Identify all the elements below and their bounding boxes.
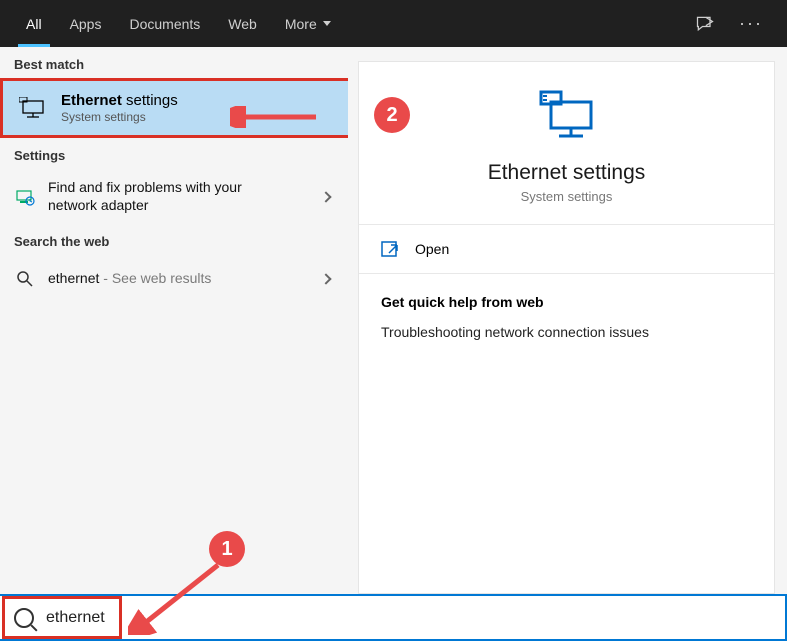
troubleshoot-icon xyxy=(14,186,36,208)
feedback-icon[interactable] xyxy=(695,15,715,33)
search-web-heading: Search the web xyxy=(0,224,348,255)
settings-heading: Settings xyxy=(0,138,348,169)
chevron-down-icon xyxy=(323,21,331,26)
monitor-settings-icon xyxy=(17,96,51,120)
annotation-arrow-1 xyxy=(128,555,228,635)
tab-web[interactable]: Web xyxy=(214,0,271,47)
quick-help-heading: Get quick help from web xyxy=(381,294,752,310)
tab-more-label: More xyxy=(285,16,317,32)
monitor-settings-large-icon xyxy=(535,90,599,145)
preview-title: Ethernet settings xyxy=(379,161,754,185)
options-ellipsis-icon[interactable]: ··· xyxy=(739,13,763,34)
search-input-value: ethernet xyxy=(46,609,105,627)
open-action[interactable]: Open xyxy=(359,225,774,273)
tab-all[interactable]: All xyxy=(12,0,56,47)
search-filter-tabs: All Apps Documents Web More ··· xyxy=(0,0,787,47)
preview-card: Ethernet settings System settings Open G… xyxy=(358,61,775,594)
web-result-label: ethernet - See web results xyxy=(48,270,211,288)
open-label: Open xyxy=(415,241,449,257)
best-match-subtitle: System settings xyxy=(61,110,178,124)
preview-subtitle: System settings xyxy=(379,189,754,204)
tab-documents[interactable]: Documents xyxy=(115,0,214,47)
taskbar-search-box[interactable]: ethernet xyxy=(0,594,787,641)
annotation-badge-2: 2 xyxy=(374,97,410,133)
tab-more[interactable]: More xyxy=(271,0,345,47)
web-result[interactable]: ethernet - See web results xyxy=(0,255,348,303)
tab-apps[interactable]: Apps xyxy=(56,0,116,47)
results-list: Best match Ethernet settings System sett… xyxy=(0,47,348,594)
best-match-title: Ethernet settings xyxy=(61,92,178,109)
search-icon xyxy=(14,268,36,290)
open-icon xyxy=(381,241,401,257)
annotation-badge-1: 1 xyxy=(209,531,245,567)
chevron-right-icon xyxy=(320,273,331,284)
best-match-heading: Best match xyxy=(0,47,348,78)
chevron-right-icon xyxy=(320,191,331,202)
settings-result-network-troubleshoot[interactable]: Find and fix problems with your network … xyxy=(0,169,348,224)
annotation-arrow-2 xyxy=(230,106,320,128)
search-icon xyxy=(14,608,34,628)
settings-result-label: Find and fix problems with your network … xyxy=(48,179,278,214)
search-results-area: Best match Ethernet settings System sett… xyxy=(0,47,787,594)
result-preview-panel: Ethernet settings System settings Open G… xyxy=(348,47,787,594)
help-link-troubleshooting[interactable]: Troubleshooting network connection issue… xyxy=(381,324,752,340)
